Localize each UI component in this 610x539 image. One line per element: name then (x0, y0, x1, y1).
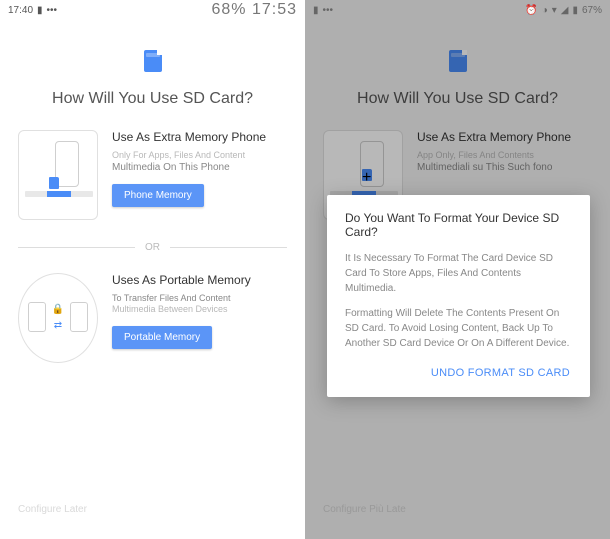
configure-later-link[interactable]: Configure Later (18, 504, 87, 515)
dialog-title: Do You Want To Format Your Device SD Car… (345, 211, 572, 239)
phone-memory-button[interactable]: Phone Memory (112, 184, 204, 207)
or-divider: OR (0, 242, 305, 253)
status-center: 68% 17:53 (211, 1, 297, 19)
signal-icon: ▾ (552, 5, 557, 16)
portable-memory-illustration: 🔒 ⇄ (18, 273, 98, 363)
status-bar-right: ▮ ••• ⏰ ◑ ▾ ◢ ▮ 67% (305, 0, 610, 20)
right-screen: ▮ ••• ⏰ ◑ ▾ ◢ ▮ 67% How Will You Use SD … (305, 0, 610, 539)
time-label: 17:40 (8, 5, 33, 16)
option1-sub1: Only For Apps, Files And Content (112, 150, 287, 162)
alarm-icon: ⏰ (525, 5, 537, 16)
sd-card-icon (144, 50, 162, 72)
wifi-icon: ◑ (542, 5, 548, 16)
lock-icon: 🔒 (52, 304, 64, 315)
cell-icon: ◢ (561, 5, 569, 16)
option-phone-memory: Use As Extra Memory Phone Only For Apps,… (0, 130, 305, 242)
battery-icon: ▮ (572, 5, 578, 16)
battery-pct: 67% (582, 5, 602, 16)
dialog-body-2: Formatting Will Delete The Contents Pres… (345, 306, 572, 351)
sim-icon: ▮ (313, 5, 319, 16)
or-label: OR (135, 242, 170, 253)
left-screen: 17:40 ▮ ••• 68% 17:53 How Will You Use S… (0, 0, 305, 539)
format-dialog: Do You Want To Format Your Device SD Car… (327, 195, 590, 397)
dialog-body-1: It Is Necessary To Format The Card Devic… (345, 251, 572, 296)
page-title: How Will You Use SD Card? (0, 90, 305, 108)
portable-memory-button[interactable]: Portable Memory (112, 326, 212, 349)
option2-title: Uses As Portable Memory (112, 273, 287, 289)
transfer-arrows-icon: ⇄ (54, 320, 62, 331)
undo-format-button[interactable]: UNDO FORMAT SD CARD (429, 361, 572, 385)
phone-memory-illustration (18, 130, 98, 220)
sim-icon: ▮ (37, 5, 43, 16)
status-bar-left: 17:40 ▮ ••• 68% 17:53 (0, 0, 305, 20)
option1-title: Use As Extra Memory Phone (112, 130, 287, 146)
more-icon: ••• (47, 5, 58, 16)
option-portable-memory: 🔒 ⇄ Uses As Portable Memory To Transfer … (0, 273, 305, 385)
option2-sub1: To Transfer Files And Content (112, 293, 287, 305)
more-icon: ••• (323, 5, 334, 16)
option1-sub2: Multimedia On This Phone (112, 161, 287, 174)
option2-sub2: Multimedia Between Devices (112, 304, 287, 316)
